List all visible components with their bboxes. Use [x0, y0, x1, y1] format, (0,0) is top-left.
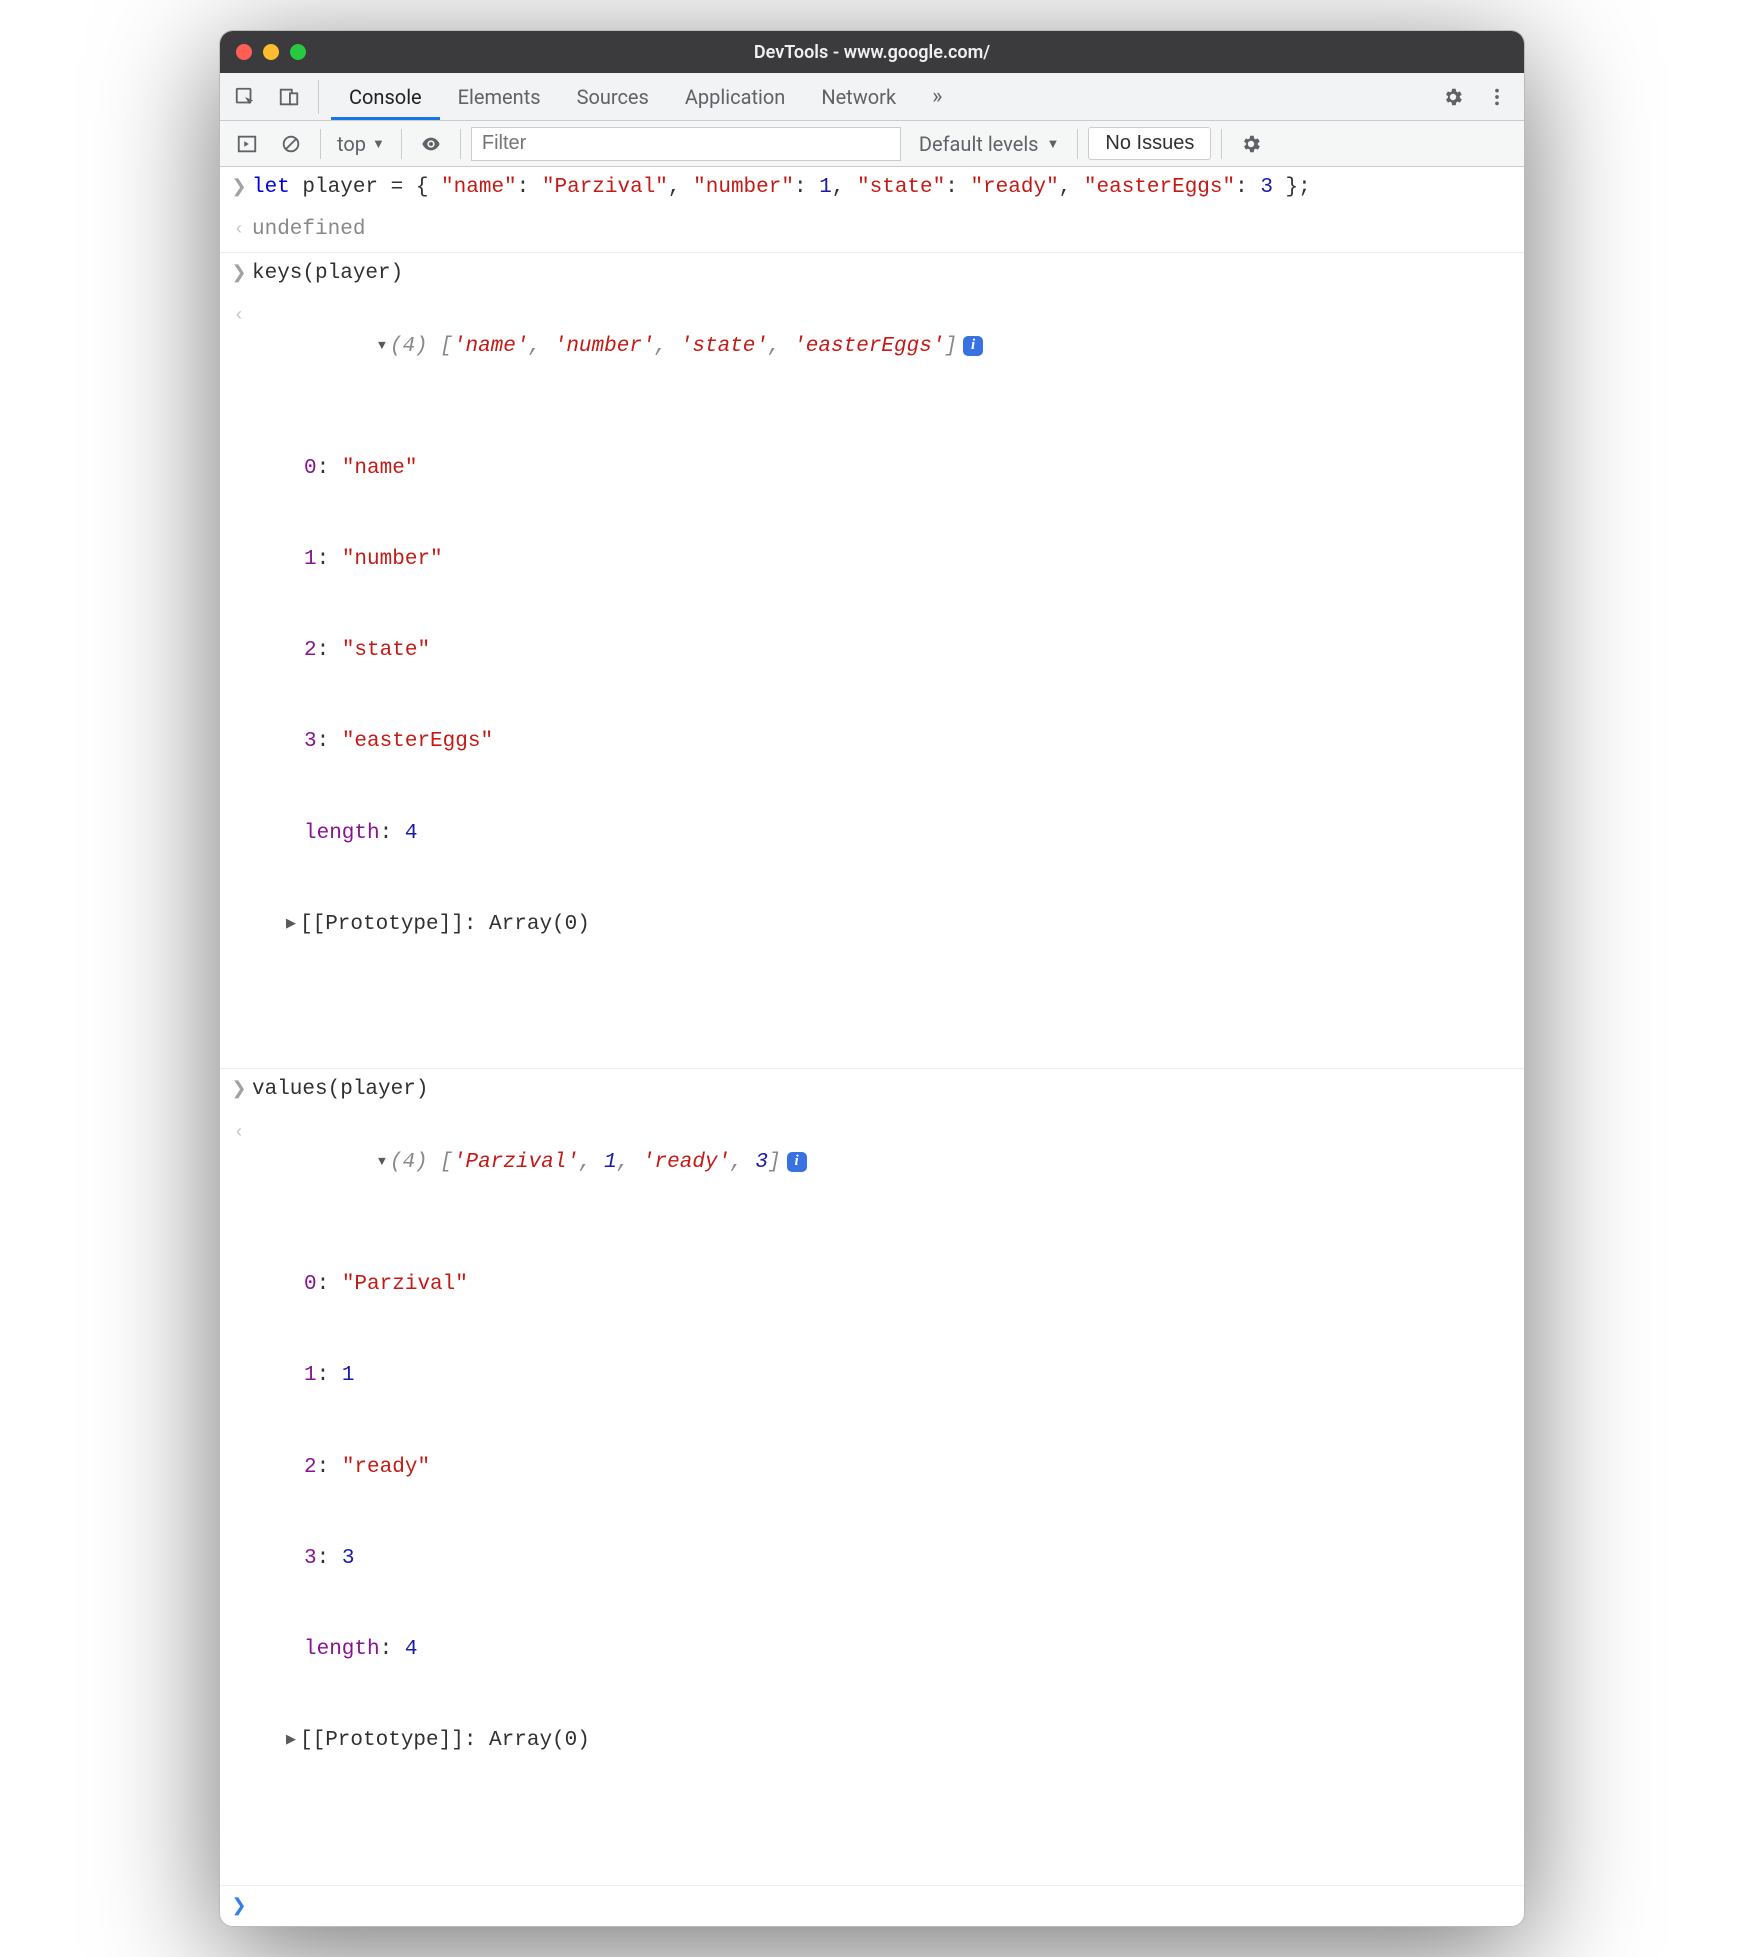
dropdown-icon: ▼ — [1047, 136, 1060, 152]
input-chevron-icon — [226, 1075, 252, 1103]
levels-label: Default levels — [919, 132, 1039, 156]
divider — [320, 129, 321, 159]
console-input-code: let player = { "name": "Parzival", "numb… — [252, 173, 1514, 203]
zoom-button[interactable] — [290, 44, 306, 60]
array-entry: 0: "Parzival" — [252, 1270, 1514, 1300]
panel-tabs: Console Elements Sources Application Net… — [331, 73, 948, 120]
divider — [1077, 129, 1078, 159]
console-settings-icon[interactable] — [1232, 128, 1270, 160]
dropdown-icon: ▼ — [372, 136, 385, 152]
devtools-window: DevTools - www.google.com/ Console Eleme… — [219, 30, 1525, 1927]
filter-input[interactable] — [471, 127, 901, 161]
settings-icon[interactable] — [1434, 81, 1472, 113]
inspect-element-icon[interactable] — [226, 81, 264, 113]
console-input-row: keys(player) — [220, 253, 1524, 295]
minimize-button[interactable] — [263, 44, 279, 60]
tab-application[interactable]: Application — [667, 73, 803, 120]
console-toolbar: top ▼ Default levels ▼ No Issues — [220, 121, 1524, 167]
console-output: let player = { "name": "Parzival", "numb… — [220, 167, 1524, 1926]
return-chevron-icon — [226, 215, 252, 243]
tab-sources[interactable]: Sources — [559, 73, 667, 120]
array-entry: 2: "ready" — [252, 1453, 1514, 1483]
console-return-row: (4) ['name', 'number', 'state', 'easterE… — [220, 295, 1524, 1069]
array-expanded: 0: "name" 1: "number" 2: "state" 3: "eas… — [252, 393, 1514, 1002]
tab-console[interactable]: Console — [331, 73, 440, 120]
array-prototype[interactable]: [[Prototype]]: Array(0) — [252, 910, 1514, 940]
array-result[interactable]: (4) ['name', 'number', 'state', 'easterE… — [252, 301, 1514, 1062]
expand-icon[interactable] — [378, 337, 386, 356]
tab-network[interactable]: Network — [803, 73, 914, 120]
console-prompt-row[interactable] — [220, 1886, 1524, 1926]
array-entry: 0: "name" — [252, 454, 1514, 484]
array-entry: 1: 1 — [252, 1361, 1514, 1391]
console-input-code: values(player) — [252, 1075, 1514, 1105]
main-tabbar: Console Elements Sources Application Net… — [220, 73, 1524, 121]
array-result[interactable]: (4) ['Parzival', 1, 'ready', 3]i 0: "Par… — [252, 1118, 1514, 1879]
array-entry: 2: "state" — [252, 636, 1514, 666]
return-value: undefined — [252, 215, 1514, 245]
return-chevron-icon — [226, 1118, 252, 1146]
expand-icon[interactable] — [378, 1153, 386, 1172]
return-chevron-icon — [226, 301, 252, 329]
console-return-row: (4) ['Parzival', 1, 'ready', 3]i 0: "Par… — [220, 1112, 1524, 1886]
clear-console-icon[interactable] — [272, 128, 310, 160]
array-length: length: 4 — [252, 1635, 1514, 1665]
context-selector[interactable]: top ▼ — [331, 130, 391, 158]
kebab-menu-icon[interactable] — [1478, 81, 1516, 113]
console-input-code: keys(player) — [252, 259, 1514, 289]
live-expression-icon[interactable] — [412, 128, 450, 160]
console-input-row: let player = { "name": "Parzival", "numb… — [220, 167, 1524, 209]
info-icon[interactable]: i — [963, 336, 983, 356]
expand-icon[interactable] — [286, 1731, 296, 1750]
input-chevron-icon — [226, 173, 252, 201]
tabs-overflow-icon[interactable]: » — [914, 73, 948, 120]
prompt-chevron-icon — [226, 1892, 252, 1920]
array-expanded: 0: "Parzival" 1: 1 2: "ready" 3: 3 lengt… — [252, 1209, 1514, 1818]
array-prototype[interactable]: [[Prototype]]: Array(0) — [252, 1726, 1514, 1756]
device-toolbar-icon[interactable] — [270, 81, 308, 113]
divider — [401, 129, 402, 159]
log-levels-selector[interactable]: Default levels ▼ — [911, 130, 1068, 158]
info-icon[interactable]: i — [787, 1152, 807, 1172]
traffic-lights — [220, 44, 306, 60]
titlebar: DevTools - www.google.com/ — [220, 31, 1524, 73]
input-chevron-icon — [226, 259, 252, 287]
array-length: length: 4 — [252, 819, 1514, 849]
window-title: DevTools - www.google.com/ — [220, 42, 1524, 63]
array-entry: 3: 3 — [252, 1544, 1514, 1574]
array-entry: 1: "number" — [252, 545, 1514, 575]
close-button[interactable] — [236, 44, 252, 60]
divider — [1221, 129, 1222, 159]
tab-elements[interactable]: Elements — [440, 73, 559, 120]
array-entry: 3: "easterEggs" — [252, 727, 1514, 757]
console-return-row: undefined — [220, 209, 1524, 252]
divider — [460, 129, 461, 159]
console-sidebar-icon[interactable] — [228, 128, 266, 160]
issues-button[interactable]: No Issues — [1088, 127, 1211, 160]
context-label: top — [337, 132, 366, 156]
expand-icon[interactable] — [286, 915, 296, 934]
console-input-row: values(player) — [220, 1069, 1524, 1111]
divider — [318, 80, 319, 114]
